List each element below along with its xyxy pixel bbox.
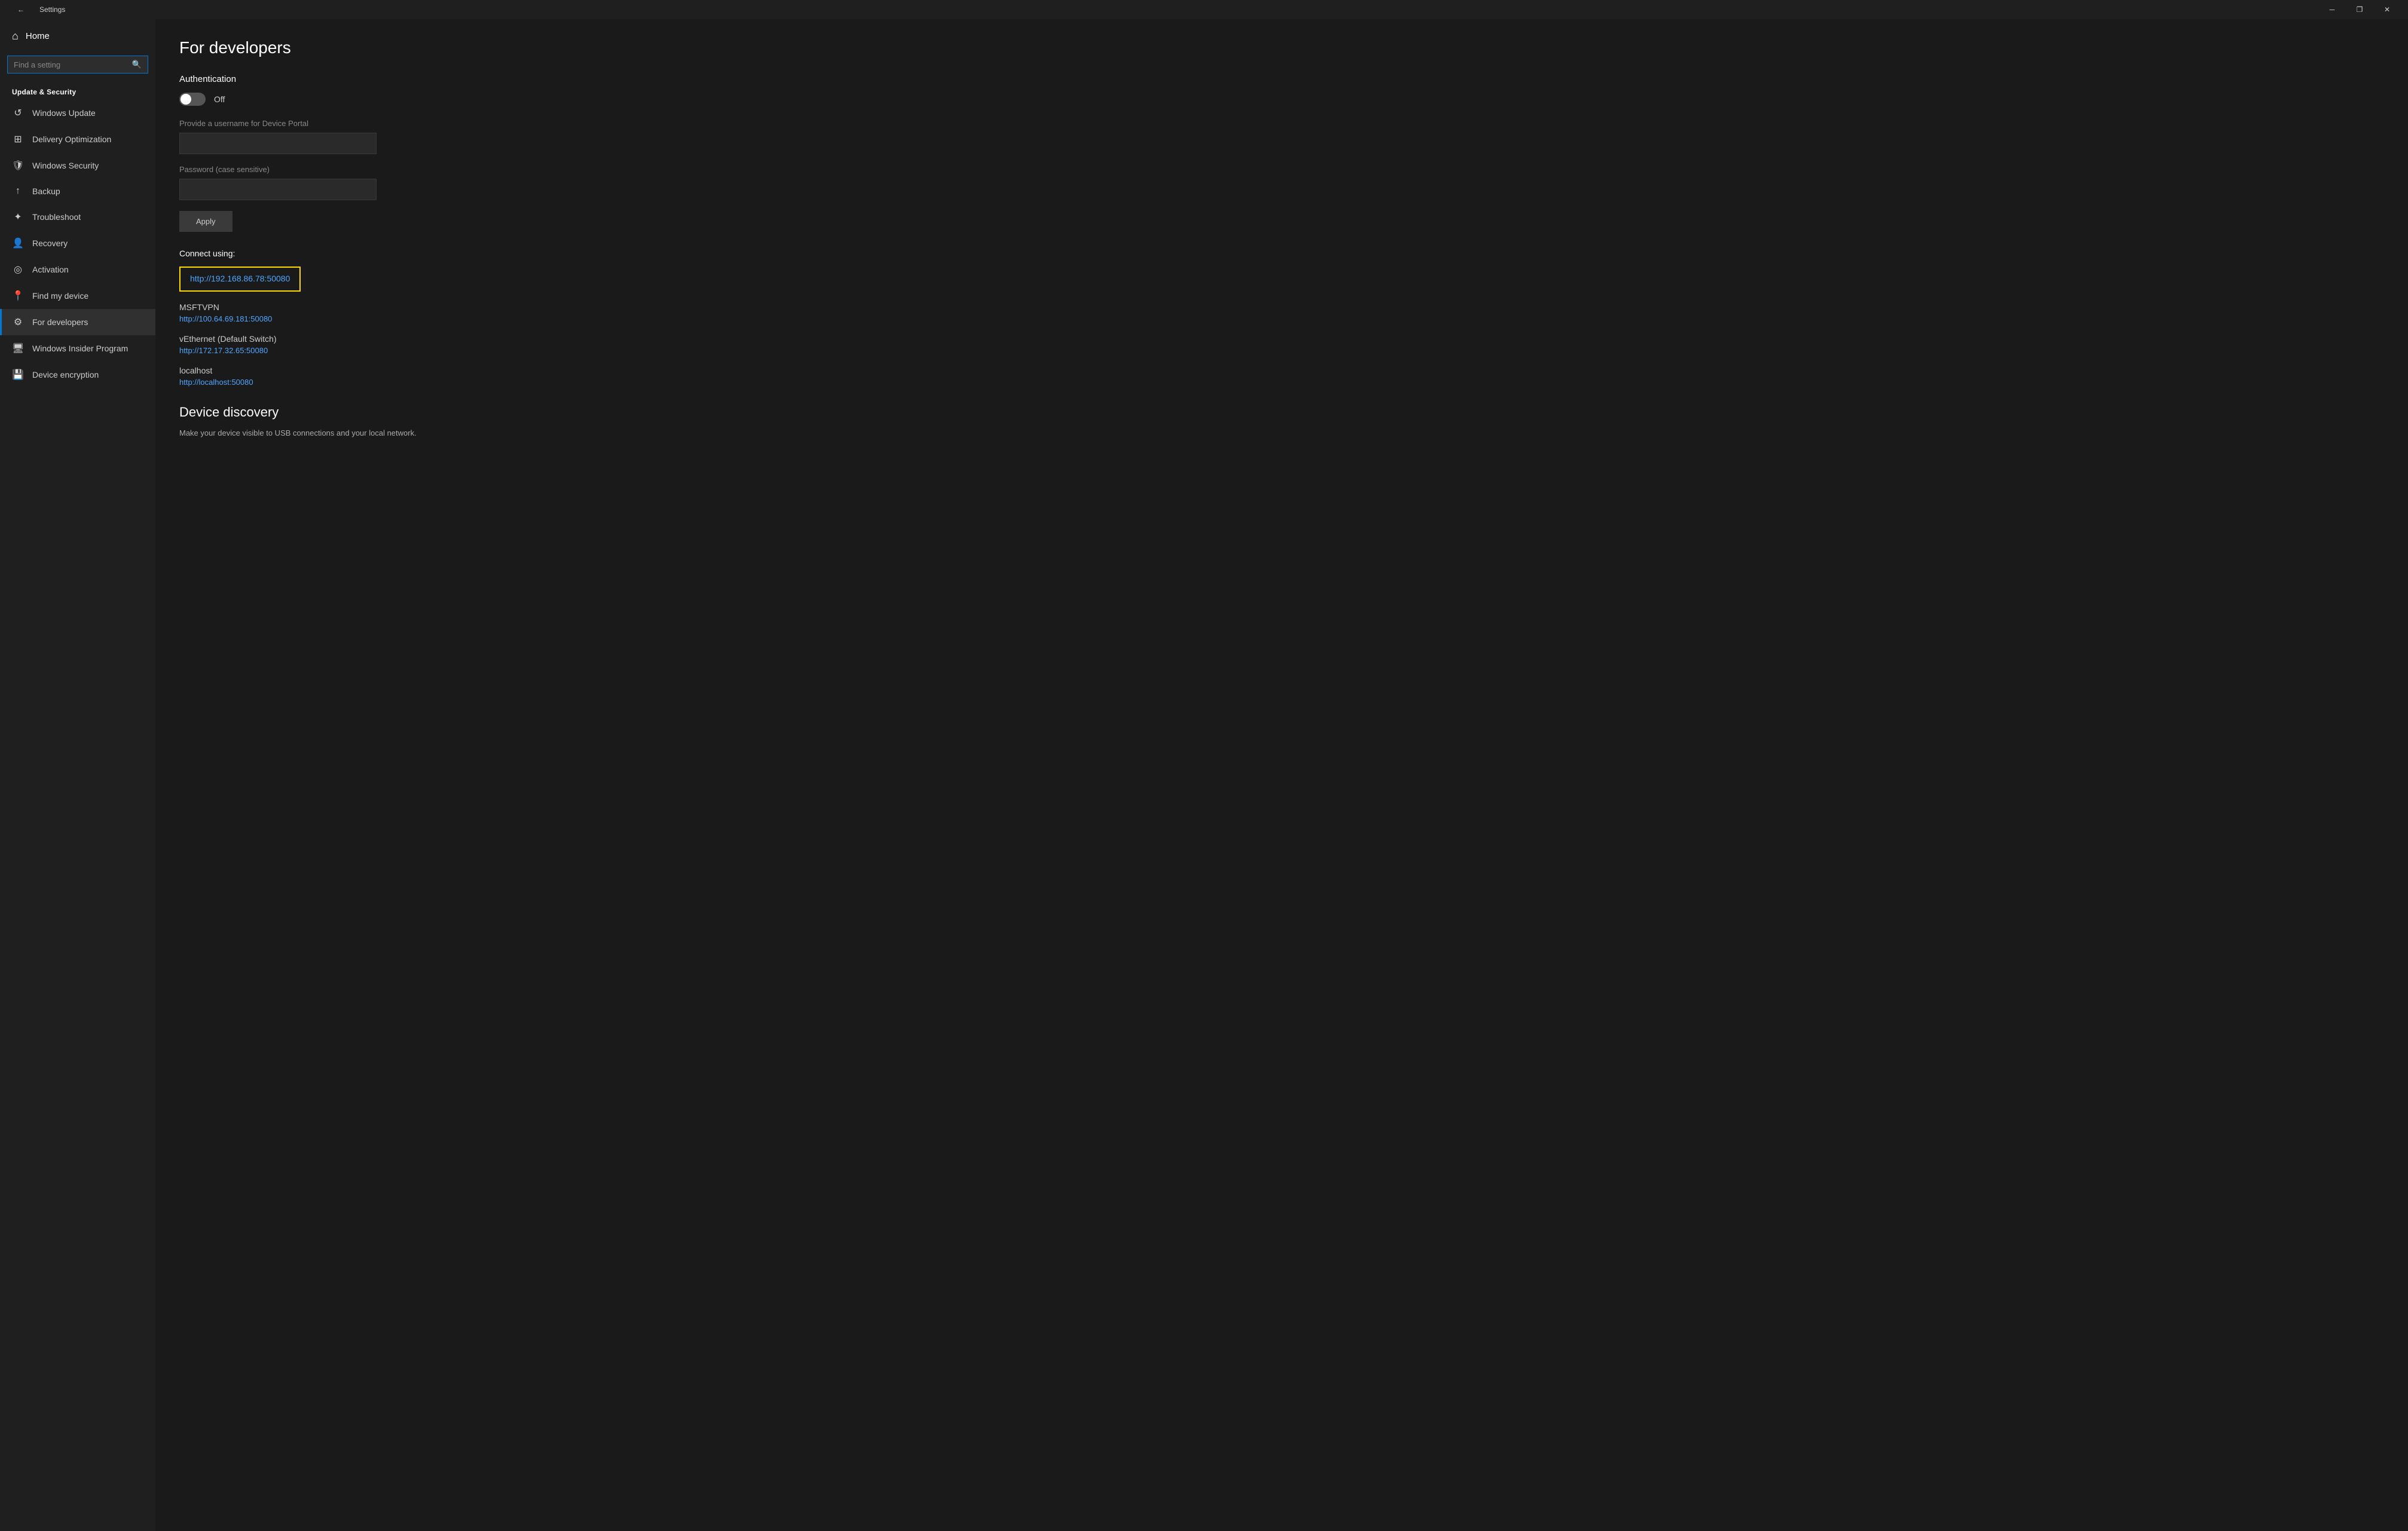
primary-connect-link[interactable]: http://192.168.86.78:50080 <box>190 274 290 283</box>
sidebar-item-label: Windows Insider Program <box>32 344 128 353</box>
network-entry-vethernet: vEthernet (Default Switch) http://172.17… <box>179 334 2384 356</box>
search-input[interactable] <box>14 60 127 69</box>
sidebar-item-find-my-device[interactable]: 📍 Find my device <box>0 283 155 309</box>
sidebar-item-windows-insider[interactable]: 🖥 Windows Insider Program <box>0 335 155 362</box>
auth-section-title: Authentication <box>179 74 2384 84</box>
restore-icon: ❐ <box>2357 5 2363 14</box>
sidebar-item-label: Activation <box>32 265 69 274</box>
device-encryption-icon: 💾 <box>12 369 24 381</box>
sidebar-home-label: Home <box>26 31 50 41</box>
title-bar: ← Settings ─ ❐ ✕ <box>0 0 2408 19</box>
for-developers-icon: ⚙ <box>12 316 24 328</box>
username-input[interactable] <box>179 133 377 154</box>
backup-icon: ↑ <box>12 186 24 197</box>
sidebar-item-backup[interactable]: ↑ Backup <box>0 179 155 204</box>
username-field-label: Provide a username for Device Portal <box>179 119 2384 128</box>
device-discovery-section: Device discovery Make your device visibl… <box>179 405 2384 439</box>
device-discovery-title: Device discovery <box>179 405 2384 420</box>
minimize-button[interactable]: ─ <box>2318 0 2346 19</box>
sidebar-item-activation[interactable]: ◎ Activation <box>0 256 155 283</box>
network-name-localhost: localhost <box>179 366 2384 375</box>
sidebar-item-label: Windows Security <box>32 161 99 170</box>
sidebar-item-windows-update[interactable]: ↺ Windows Update <box>0 100 155 126</box>
restore-button[interactable]: ❐ <box>2346 0 2373 19</box>
title-bar-left: ← Settings <box>7 0 65 19</box>
delivery-optimization-icon: ⊞ <box>12 133 24 145</box>
sidebar-item-label: Device encryption <box>32 370 99 379</box>
sidebar: ⌂ Home 🔍 Update & Security ↺ Windows Upd… <box>0 19 155 1531</box>
password-input[interactable] <box>179 179 377 200</box>
activation-icon: ◎ <box>12 264 24 275</box>
sidebar-item-windows-security[interactable]: 🛡 Windows Security <box>0 152 155 179</box>
sidebar-item-troubleshoot[interactable]: ✦ Troubleshoot <box>0 204 155 230</box>
password-field-label: Password (case sensitive) <box>179 165 2384 174</box>
windows-security-icon: 🛡 <box>12 160 24 172</box>
sidebar-section-label: Update & Security <box>0 81 155 100</box>
network-name-vethernet: vEthernet (Default Switch) <box>179 334 2384 344</box>
sidebar-item-label: Delivery Optimization <box>32 134 111 144</box>
search-icon: 🔍 <box>132 60 142 69</box>
sidebar-item-recovery[interactable]: 👤 Recovery <box>0 230 155 256</box>
sidebar-item-label: Windows Update <box>32 108 96 118</box>
network-entry-msftvpn: MSFTVPN http://100.64.69.181:50080 <box>179 302 2384 324</box>
sidebar-item-label: For developers <box>32 317 88 327</box>
connect-label: Connect using: <box>179 249 2384 258</box>
title-bar-title: Settings <box>39 5 65 14</box>
troubleshoot-icon: ✦ <box>12 211 24 223</box>
find-my-device-icon: 📍 <box>12 290 24 302</box>
toggle-row: Off <box>179 93 2384 106</box>
sidebar-item-label: Troubleshoot <box>32 212 81 222</box>
main-panel: For developers Authentication Off Provid… <box>155 19 2408 1531</box>
recovery-icon: 👤 <box>12 237 24 249</box>
device-discovery-desc: Make your device visible to USB connecti… <box>179 427 490 439</box>
sidebar-item-label: Recovery <box>32 238 68 248</box>
windows-insider-icon: 🖥 <box>12 342 24 354</box>
sidebar-item-for-developers[interactable]: ⚙ For developers <box>0 309 155 335</box>
auth-toggle[interactable] <box>179 93 206 106</box>
primary-connect-link-box[interactable]: http://192.168.86.78:50080 <box>179 267 301 292</box>
search-box[interactable]: 🔍 <box>7 56 148 74</box>
network-entry-localhost: localhost http://localhost:50080 <box>179 366 2384 388</box>
title-bar-controls: ─ ❐ ✕ <box>2318 0 2401 19</box>
minimize-icon: ─ <box>2330 5 2335 14</box>
back-icon: ← <box>17 5 25 14</box>
toggle-knob <box>180 94 191 105</box>
network-link-localhost[interactable]: http://localhost:50080 <box>179 378 253 387</box>
app-container: ⌂ Home 🔍 Update & Security ↺ Windows Upd… <box>0 19 2408 1531</box>
home-icon: ⌂ <box>12 30 19 42</box>
toggle-label: Off <box>214 94 225 104</box>
sidebar-item-delivery-optimization[interactable]: ⊞ Delivery Optimization <box>0 126 155 152</box>
back-button[interactable]: ← <box>7 0 35 19</box>
sidebar-item-device-encryption[interactable]: 💾 Device encryption <box>0 362 155 388</box>
sidebar-item-label: Backup <box>32 186 60 196</box>
network-name-msftvpn: MSFTVPN <box>179 302 2384 312</box>
close-button[interactable]: ✕ <box>2373 0 2401 19</box>
network-link-msftvpn[interactable]: http://100.64.69.181:50080 <box>179 314 272 323</box>
apply-button[interactable]: Apply <box>179 211 232 232</box>
windows-update-icon: ↺ <box>12 107 24 119</box>
sidebar-home[interactable]: ⌂ Home <box>0 19 155 53</box>
sidebar-item-label: Find my device <box>32 291 88 301</box>
page-title: For developers <box>179 38 2384 57</box>
network-link-vethernet[interactable]: http://172.17.32.65:50080 <box>179 346 268 355</box>
close-icon: ✕ <box>2384 5 2390 14</box>
